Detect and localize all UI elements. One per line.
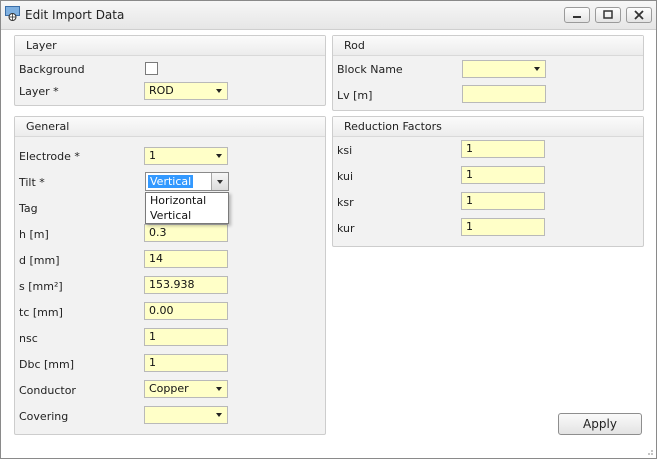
dbc-label: Dbc [mm] xyxy=(19,358,75,371)
layer-group-header: Layer xyxy=(15,36,325,56)
kur-label: kur xyxy=(337,222,355,235)
conductor-select-value: Copper xyxy=(149,382,189,395)
minimize-icon xyxy=(573,16,581,18)
tag-label: Tag xyxy=(19,202,38,215)
app-grid-icon xyxy=(5,6,20,21)
chevron-down-icon xyxy=(216,89,222,93)
h-input[interactable]: 0.3 xyxy=(144,224,228,242)
chevron-down-icon xyxy=(216,154,222,158)
ksi-label: ksi xyxy=(337,144,353,157)
tilt-select[interactable]: Vertical xyxy=(145,172,229,191)
chevron-down-icon xyxy=(217,180,223,184)
tilt-dropdown-list: Horizontal Vertical xyxy=(145,192,229,224)
close-button[interactable] xyxy=(626,7,652,23)
electrode-label: Electrode * xyxy=(19,150,80,163)
maximize-button[interactable] xyxy=(595,7,621,23)
chevron-down-icon xyxy=(216,413,222,417)
block-name-label: Block Name xyxy=(337,63,403,76)
tilt-option-vertical[interactable]: Vertical xyxy=(146,208,228,223)
background-label: Background xyxy=(19,63,85,76)
apply-button[interactable]: Apply xyxy=(558,413,642,435)
d-input[interactable]: 14 xyxy=(144,250,228,268)
resize-grip-icon[interactable] xyxy=(644,446,654,456)
dbc-input[interactable]: 1 xyxy=(144,354,228,372)
title-bar[interactable]: Edit Import Data xyxy=(1,1,656,30)
maximize-icon xyxy=(603,10,613,19)
tc-label: tc [mm] xyxy=(19,306,63,319)
block-name-select[interactable] xyxy=(462,60,546,78)
conductor-label: Conductor xyxy=(19,384,76,397)
rod-group-header: Rod xyxy=(333,36,643,56)
edit-import-data-window: Edit Import Data Layer Background Layer … xyxy=(0,0,657,459)
covering-label: Covering xyxy=(19,410,69,423)
background-checkbox[interactable] xyxy=(145,62,158,75)
tilt-option-horizontal[interactable]: Horizontal xyxy=(146,193,228,208)
minimize-button[interactable] xyxy=(564,7,590,23)
ksr-label: ksr xyxy=(337,196,354,209)
covering-select[interactable] xyxy=(144,406,228,424)
ksr-input[interactable]: 1 xyxy=(461,192,545,210)
tc-input[interactable]: 0.00 xyxy=(144,302,228,320)
close-icon xyxy=(634,10,644,20)
nsc-input[interactable]: 1 xyxy=(144,328,228,346)
lv-input[interactable] xyxy=(462,85,546,103)
general-group-header: General xyxy=(15,117,325,137)
h-label: h [m] xyxy=(19,228,49,241)
layer-label: Layer * xyxy=(19,85,59,98)
tilt-label: Tilt * xyxy=(19,176,45,189)
window-title: Edit Import Data xyxy=(25,8,125,22)
conductor-select[interactable]: Copper xyxy=(144,380,228,398)
layer-select[interactable]: ROD xyxy=(144,82,228,100)
kui-input[interactable]: 1 xyxy=(461,166,545,184)
s-input[interactable]: 153.938 xyxy=(144,276,228,294)
tilt-dropdown-button[interactable] xyxy=(211,173,228,190)
chevron-down-icon xyxy=(534,67,540,71)
electrode-select[interactable]: 1 xyxy=(144,147,228,165)
dialog-content: Layer Background Layer * ROD General Ele… xyxy=(1,30,656,458)
kui-label: kui xyxy=(337,170,354,183)
reduction-factors-header: Reduction Factors xyxy=(333,117,643,137)
nsc-label: nsc xyxy=(19,332,38,345)
layer-select-value: ROD xyxy=(149,84,174,97)
d-label: d [mm] xyxy=(19,254,60,267)
tilt-select-value: Vertical xyxy=(148,175,194,188)
electrode-select-value: 1 xyxy=(149,149,156,162)
s-label: s [mm²] xyxy=(19,280,63,293)
chevron-down-icon xyxy=(216,387,222,391)
kur-input[interactable]: 1 xyxy=(461,218,545,236)
lv-label: Lv [m] xyxy=(337,89,373,102)
ksi-input[interactable]: 1 xyxy=(461,140,545,158)
